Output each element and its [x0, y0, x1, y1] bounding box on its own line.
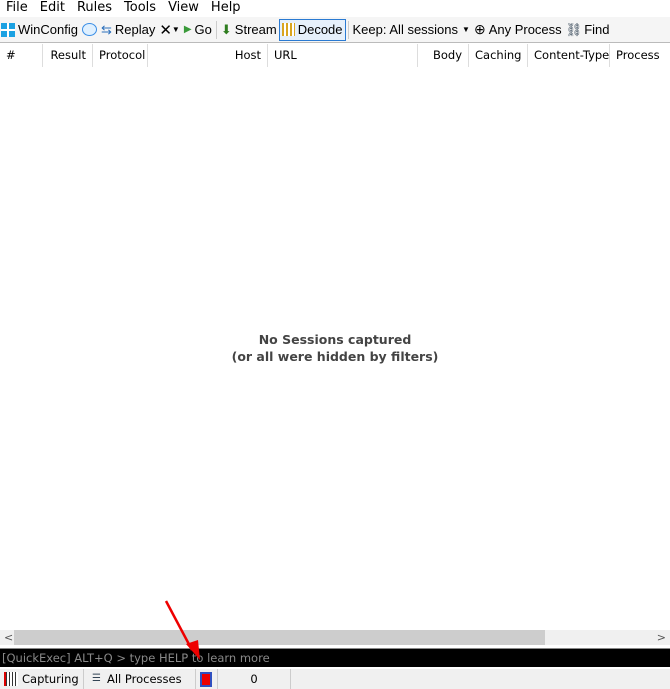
breakpoint-icon — [200, 671, 212, 687]
filter-icon: ☰ — [92, 673, 101, 684]
session-list-header: # Result Protocol Host URL Body Caching … — [0, 44, 670, 67]
column-result[interactable]: Result — [43, 44, 93, 67]
menu-rules[interactable]: Rules — [71, 0, 118, 16]
separator — [215, 20, 217, 39]
replay-icon: ⇆ — [100, 21, 112, 37]
replay-button[interactable]: ⇆ Replay — [99, 19, 157, 41]
dropdown-arrow-icon: ▼ — [462, 25, 470, 34]
separator — [347, 20, 349, 39]
down-arrow-icon: ⬇ — [220, 21, 232, 37]
play-icon: ▶ — [183, 24, 192, 35]
scroll-right-icon[interactable]: > — [657, 630, 666, 645]
decode-icon — [281, 23, 295, 36]
remove-dropdown[interactable]: ✕ ▼ — [157, 19, 182, 41]
column-protocol[interactable]: Protocol — [93, 44, 148, 67]
dropdown-arrow-icon: ▼ — [171, 25, 180, 34]
crosshair-icon: ⊕ — [473, 21, 486, 37]
scroll-left-icon[interactable]: < — [4, 630, 13, 645]
column-host[interactable]: Host — [148, 44, 268, 67]
speech-bubble-icon — [81, 23, 97, 36]
column-url[interactable]: URL — [268, 44, 418, 67]
column-caching[interactable]: Caching — [469, 44, 528, 67]
column-process[interactable]: Process — [610, 44, 670, 67]
scrollbar-thumb[interactable] — [14, 630, 545, 645]
find-button[interactable]: ⛓ Find — [564, 19, 612, 41]
stream-button[interactable]: ⬇ Stream — [219, 19, 279, 41]
windows-icon — [1, 22, 15, 37]
process-filter[interactable]: ☰ All Processes — [84, 669, 196, 689]
status-bar: Capturing ☰ All Processes 0 — [0, 669, 670, 689]
empty-message: No Sessions captured (or all were hidden… — [231, 332, 439, 364]
menu-edit[interactable]: Edit — [34, 0, 71, 16]
breakpoint-toggle[interactable] — [196, 669, 218, 689]
menu-help[interactable]: Help — [205, 0, 247, 16]
decode-button[interactable]: Decode — [278, 18, 346, 41]
comment-button[interactable] — [80, 19, 99, 41]
menu-tools[interactable]: Tools — [118, 0, 162, 16]
quickexec-input[interactable]: [QuickExec] ALT+Q > type HELP to learn m… — [0, 648, 670, 667]
x-icon: ✕ — [159, 21, 172, 39]
capturing-toggle[interactable]: Capturing — [0, 669, 84, 689]
horizontal-scrollbar[interactable]: < > — [0, 630, 670, 645]
keep-sessions-dropdown[interactable]: Keep: All sessions ▼ — [351, 19, 472, 41]
menu-view[interactable]: View — [162, 0, 205, 16]
column-body[interactable]: Body — [418, 44, 469, 67]
binoculars-icon: ⛓ — [565, 21, 583, 37]
menu-file[interactable]: File — [0, 0, 34, 16]
column-content-type[interactable]: Content-Type — [528, 44, 610, 67]
session-count: 0 — [218, 669, 291, 689]
toolbar: WinConfig ⇆ Replay ✕ ▼ ▶ Go ⬇ Stream Decode … — [0, 17, 670, 43]
any-process-button[interactable]: ⊕ Any Process — [472, 19, 564, 41]
column-number[interactable]: # — [0, 44, 43, 67]
go-button[interactable]: ▶ Go — [182, 19, 214, 41]
winconfig-button[interactable]: WinConfig — [0, 19, 80, 41]
red-arrow-annotation — [164, 600, 200, 660]
capture-icon — [4, 672, 18, 686]
menu-bar: File Edit Rules Tools View Help — [0, 0, 670, 16]
